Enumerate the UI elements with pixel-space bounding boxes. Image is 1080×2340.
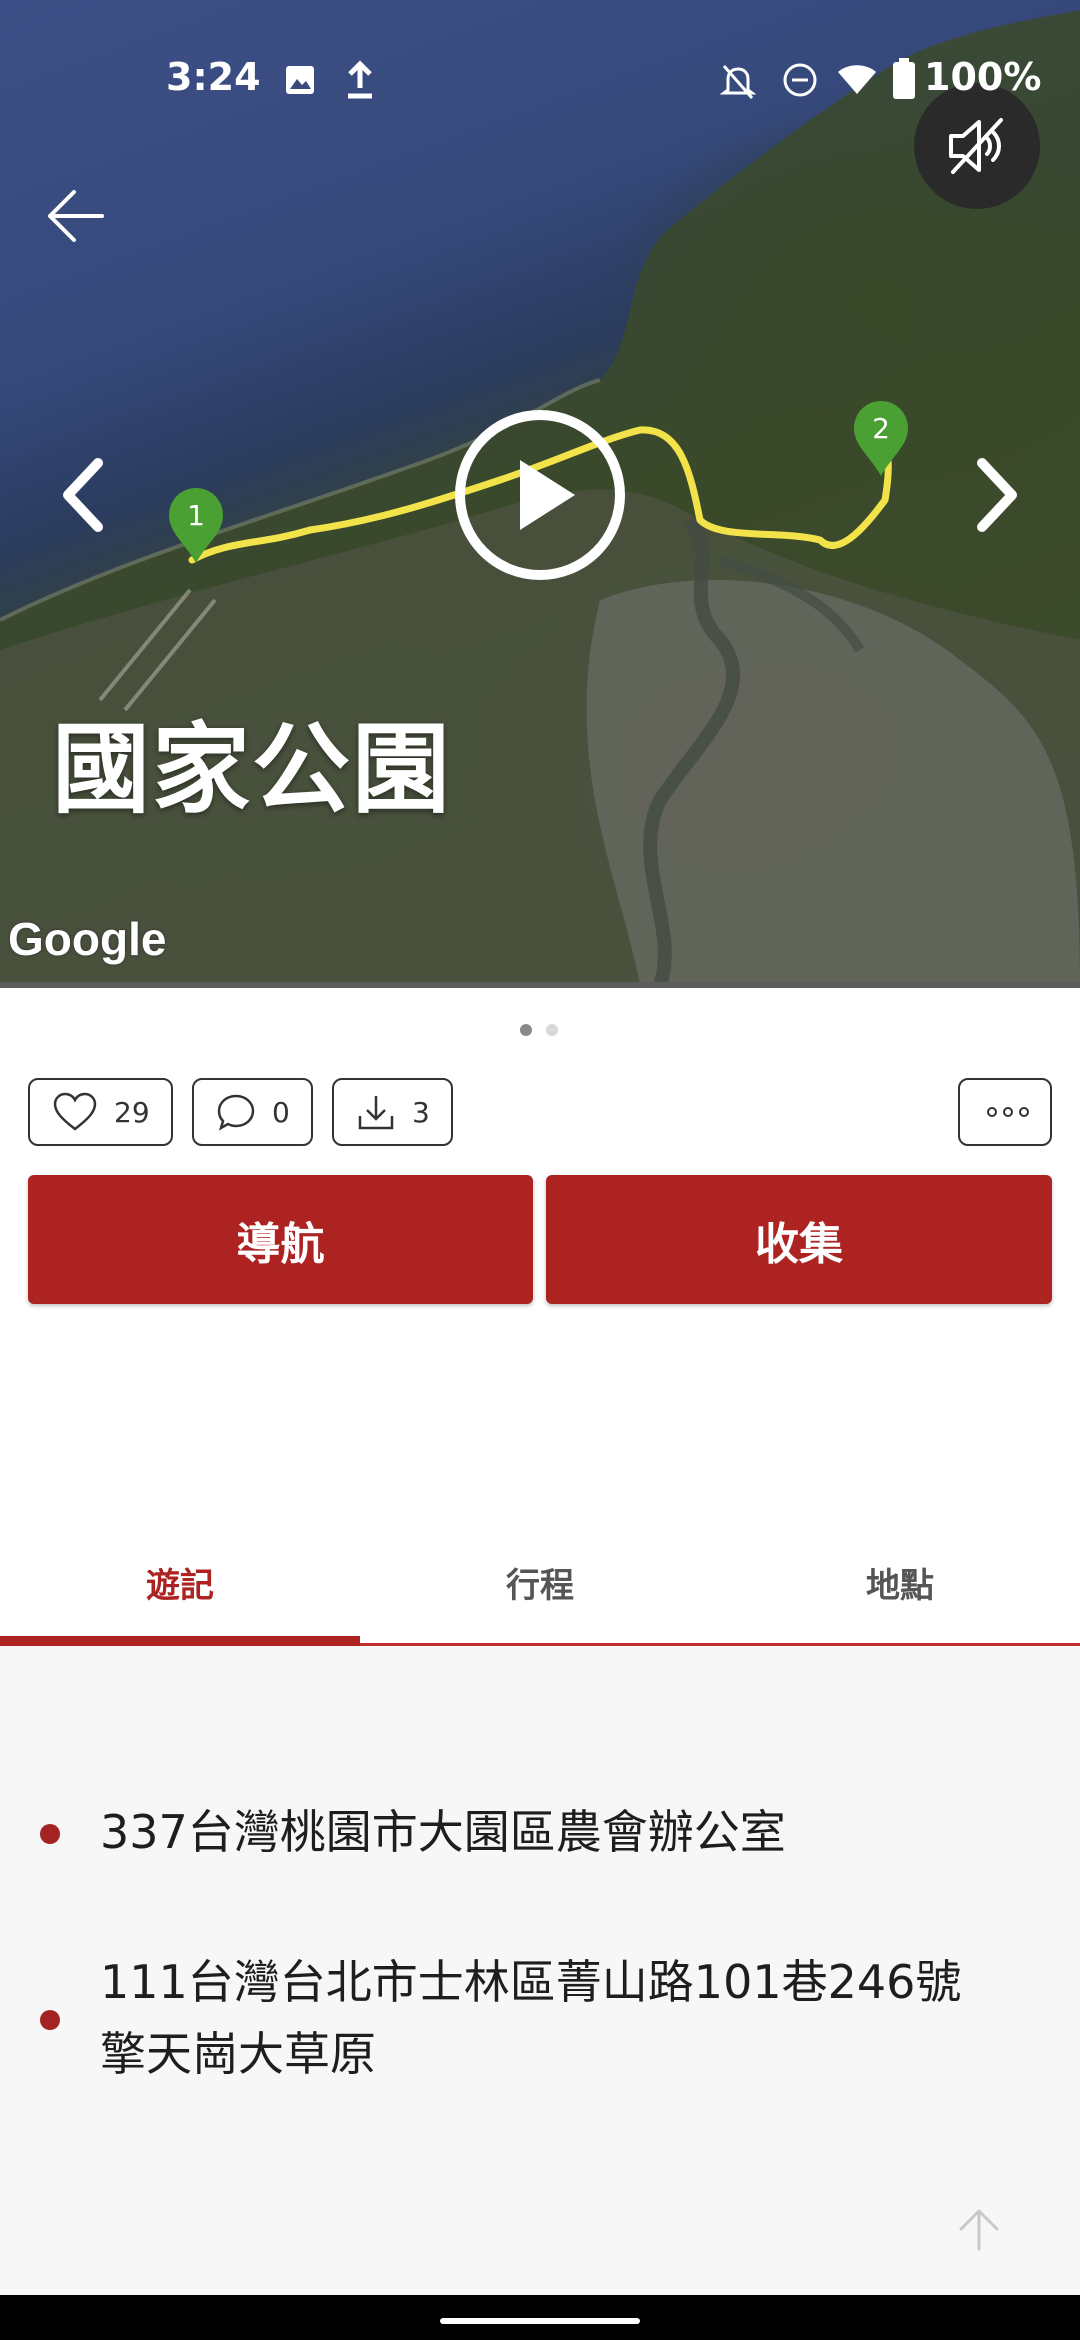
image-pager-dots [520, 1024, 558, 1036]
status-bar: 3:24 100% [0, 0, 1080, 160]
marker-label: 2 [872, 412, 890, 445]
route-map-image: 1 2 國家公園 Google 3:24 100% [0, 0, 1080, 985]
navigate-button[interactable]: 導航 [28, 1175, 533, 1304]
chevron-right-icon[interactable] [972, 455, 1022, 535]
status-time: 3:24 [166, 55, 261, 99]
google-attribution: Google [8, 913, 167, 965]
image-icon [286, 66, 314, 94]
scroll-to-top-icon[interactable] [955, 2205, 1003, 2253]
route-title: 國家公園 [52, 713, 453, 827]
upload-icon [348, 60, 372, 99]
tab-active-indicator [0, 1636, 360, 1646]
like-count: 29 [114, 1095, 150, 1129]
marker-label: 1 [187, 499, 205, 532]
travelogue-content: 337台灣桃園市大園區農會辦公室 111台灣台北市士林區菁山路101巷246號 … [0, 1646, 1080, 2295]
collect-button[interactable]: 收集 [546, 1175, 1052, 1304]
comment-icon [217, 1094, 255, 1131]
comment-button[interactable]: 0 [192, 1078, 313, 1146]
location-name: 擎天崗大草原 [100, 2027, 376, 2081]
route-marker-start[interactable]: 1 [165, 485, 227, 565]
dnd-icon [783, 63, 817, 97]
more-dots-icon [987, 1107, 1029, 1117]
heart-icon [53, 1092, 97, 1131]
home-gesture-handle[interactable] [440, 2318, 640, 2324]
download-count: 3 [412, 1095, 430, 1129]
route-marker-end[interactable]: 2 [850, 398, 912, 478]
bell-off-icon [720, 65, 756, 99]
battery-icon [893, 58, 915, 99]
play-button[interactable] [450, 405, 630, 585]
tab-itinerary[interactable]: 行程 [360, 1518, 720, 1646]
chevron-left-icon[interactable] [58, 455, 108, 535]
back-arrow-icon[interactable] [40, 180, 112, 252]
hero-divider [0, 982, 1080, 988]
like-button[interactable]: 29 [28, 1078, 173, 1146]
location-address: 111台灣台北市士林區菁山路101巷246號 [100, 1955, 962, 2009]
tab-travelogue[interactable]: 遊記 [0, 1518, 360, 1646]
location-bullet [40, 2010, 60, 2030]
location-bullet [40, 1824, 60, 1844]
download-button[interactable]: 3 [332, 1078, 453, 1146]
tab-places[interactable]: 地點 [720, 1518, 1080, 1646]
pager-dot[interactable] [546, 1024, 558, 1036]
battery-percentage: 100% [924, 55, 1042, 99]
location-address: 337台灣桃園市大園區農會辦公室 [100, 1805, 786, 1859]
content-tabs: 遊記 行程 地點 [0, 1518, 1080, 1646]
download-icon [358, 1096, 394, 1130]
wifi-icon [838, 65, 876, 94]
pager-dot-active[interactable] [520, 1024, 532, 1036]
more-options-button[interactable] [958, 1078, 1052, 1146]
comment-count: 0 [272, 1095, 290, 1129]
